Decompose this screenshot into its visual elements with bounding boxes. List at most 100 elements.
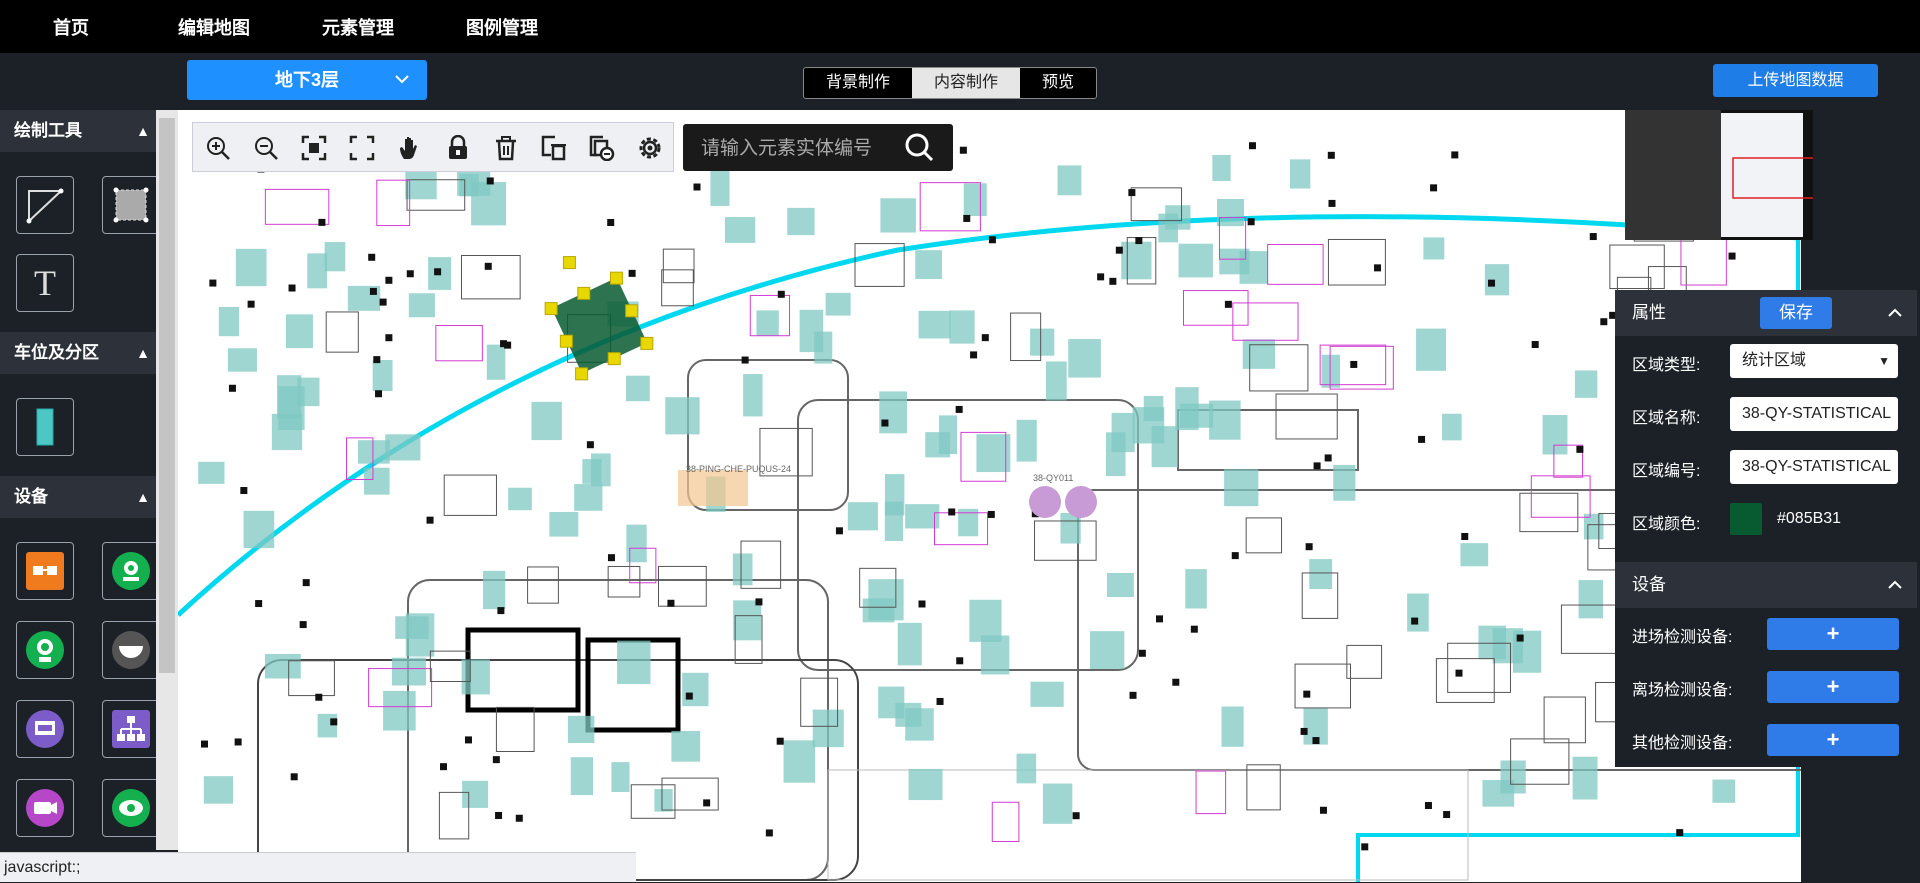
upload-map-data-button[interactable]: 上传地图数据 <box>1713 64 1878 97</box>
parking-space[interactable] <box>462 780 489 808</box>
parking-space[interactable] <box>787 207 815 236</box>
draw-tools-header[interactable]: 绘制工具 ▲ <box>0 110 156 152</box>
selection-handle[interactable] <box>544 302 558 316</box>
parking-space[interactable] <box>918 310 951 339</box>
parking-space[interactable] <box>710 167 730 206</box>
device-tool-locator[interactable] <box>102 542 156 600</box>
parking-space[interactable] <box>1492 628 1523 664</box>
device-tool-sensor[interactable] <box>16 621 74 679</box>
parking-space[interactable] <box>383 690 416 731</box>
nav-edit-map[interactable]: 编辑地图 <box>178 14 250 40</box>
parking-space[interactable] <box>549 511 579 537</box>
parking-space[interactable] <box>1045 361 1067 401</box>
parking-header[interactable]: 车位及分区 ▲ <box>0 332 156 374</box>
parking-space[interactable] <box>1158 213 1178 243</box>
parking-space[interactable] <box>1057 165 1082 196</box>
selection-handle[interactable] <box>607 352 621 366</box>
area-type-select[interactable]: 统计区域 ▼ <box>1730 344 1898 378</box>
add-other-device-button[interactable]: + <box>1767 724 1899 756</box>
remove-layer-icon[interactable] <box>589 135 615 161</box>
parking-space[interactable] <box>724 217 756 243</box>
parking-space[interactable] <box>1030 681 1064 707</box>
parking-space[interactable] <box>582 459 602 484</box>
parking-space[interactable] <box>243 510 275 549</box>
parking-space[interactable] <box>1212 154 1231 181</box>
device-tool-speed-camera[interactable] <box>102 779 156 837</box>
rectangle-tool[interactable] <box>102 176 156 234</box>
parking-space[interactable] <box>235 248 267 287</box>
search-button[interactable] <box>887 124 953 171</box>
nav-element-manage[interactable]: 元素管理 <box>322 14 394 40</box>
parking-space[interactable] <box>1180 403 1214 428</box>
parking-space[interactable] <box>671 730 701 762</box>
parking-space[interactable] <box>508 487 532 511</box>
parking-space[interactable] <box>884 501 904 541</box>
delete-layer-icon[interactable] <box>541 135 567 161</box>
parking-space[interactable] <box>1219 248 1250 275</box>
parking-space[interactable] <box>1242 339 1276 369</box>
parking-space[interactable] <box>1151 426 1178 468</box>
area-color-swatch[interactable] <box>1730 503 1762 535</box>
parking-space[interactable] <box>1542 415 1568 455</box>
add-entry-device-button[interactable]: + <box>1767 618 1899 650</box>
parking-space[interactable] <box>1574 370 1598 398</box>
parking-space[interactable] <box>1416 328 1446 371</box>
device-tool-dome-camera[interactable] <box>102 621 156 679</box>
parking-space[interactable] <box>1121 241 1152 280</box>
parking-space-tool[interactable] <box>16 398 74 456</box>
parking-space[interactable] <box>285 314 313 349</box>
add-exit-device-button[interactable]: + <box>1767 671 1899 703</box>
parking-space[interactable] <box>1442 413 1462 441</box>
parking-space[interactable] <box>925 432 951 458</box>
parking-space[interactable] <box>611 762 630 793</box>
parking-space[interactable] <box>570 757 594 796</box>
parking-space[interactable] <box>461 659 490 695</box>
selection-handle[interactable] <box>625 304 639 318</box>
parking-space[interactable] <box>825 292 851 316</box>
devices-header[interactable]: 设备 ▲ <box>0 476 156 518</box>
fit-screen-icon[interactable] <box>301 135 327 161</box>
parking-space[interactable] <box>949 310 975 344</box>
parking-space[interactable] <box>358 440 390 464</box>
area-code-input[interactable]: 38-QY-STATISTICAL <box>1730 450 1898 484</box>
polygon-tool[interactable] <box>16 176 74 234</box>
parking-space[interactable] <box>915 250 942 280</box>
parking-space[interactable] <box>799 309 824 353</box>
mode-preview[interactable]: 预览 <box>1020 68 1096 98</box>
text-tool[interactable]: T <box>16 254 74 312</box>
parking-space[interactable] <box>1209 400 1241 440</box>
parking-space[interactable] <box>574 484 603 511</box>
parking-space[interactable] <box>1407 593 1429 632</box>
parking-space[interactable] <box>1578 580 1604 619</box>
parking-space[interactable] <box>1500 760 1526 794</box>
parking-space[interactable] <box>1030 328 1055 356</box>
mode-content[interactable]: 内容制作 <box>912 68 1021 98</box>
parking-space[interactable] <box>862 598 895 623</box>
settings-icon[interactable] <box>637 135 663 161</box>
parking-space[interactable] <box>307 253 328 289</box>
parking-space[interactable] <box>364 467 390 495</box>
nav-legend-manage[interactable]: 图例管理 <box>466 14 538 40</box>
parking-space[interactable] <box>743 374 763 417</box>
device-tool-display[interactable] <box>16 700 74 758</box>
selection-handle[interactable] <box>577 286 591 300</box>
fullscreen-icon[interactable] <box>349 135 375 161</box>
parking-space[interactable] <box>203 776 234 804</box>
parking-space[interactable] <box>1217 199 1245 227</box>
nav-home[interactable]: 首页 <box>53 14 89 40</box>
parking-space[interactable] <box>1224 469 1259 507</box>
parking-space[interactable] <box>405 613 435 657</box>
element-search-input[interactable] <box>683 124 903 173</box>
parking-space[interactable] <box>654 789 673 812</box>
parking-space[interactable] <box>908 768 943 801</box>
parking-space[interactable] <box>385 434 421 461</box>
parking-space[interactable] <box>317 713 338 738</box>
parking-space[interactable] <box>567 715 595 744</box>
save-button[interactable]: 保存 <box>1760 297 1832 329</box>
lock-icon[interactable] <box>445 135 471 161</box>
sidebar-scrollbar[interactable] <box>156 110 178 850</box>
parking-space[interactable] <box>1333 464 1356 501</box>
parking-space[interactable] <box>198 461 225 484</box>
parking-space[interactable] <box>1178 243 1213 278</box>
parking-space[interactable] <box>1016 419 1037 462</box>
